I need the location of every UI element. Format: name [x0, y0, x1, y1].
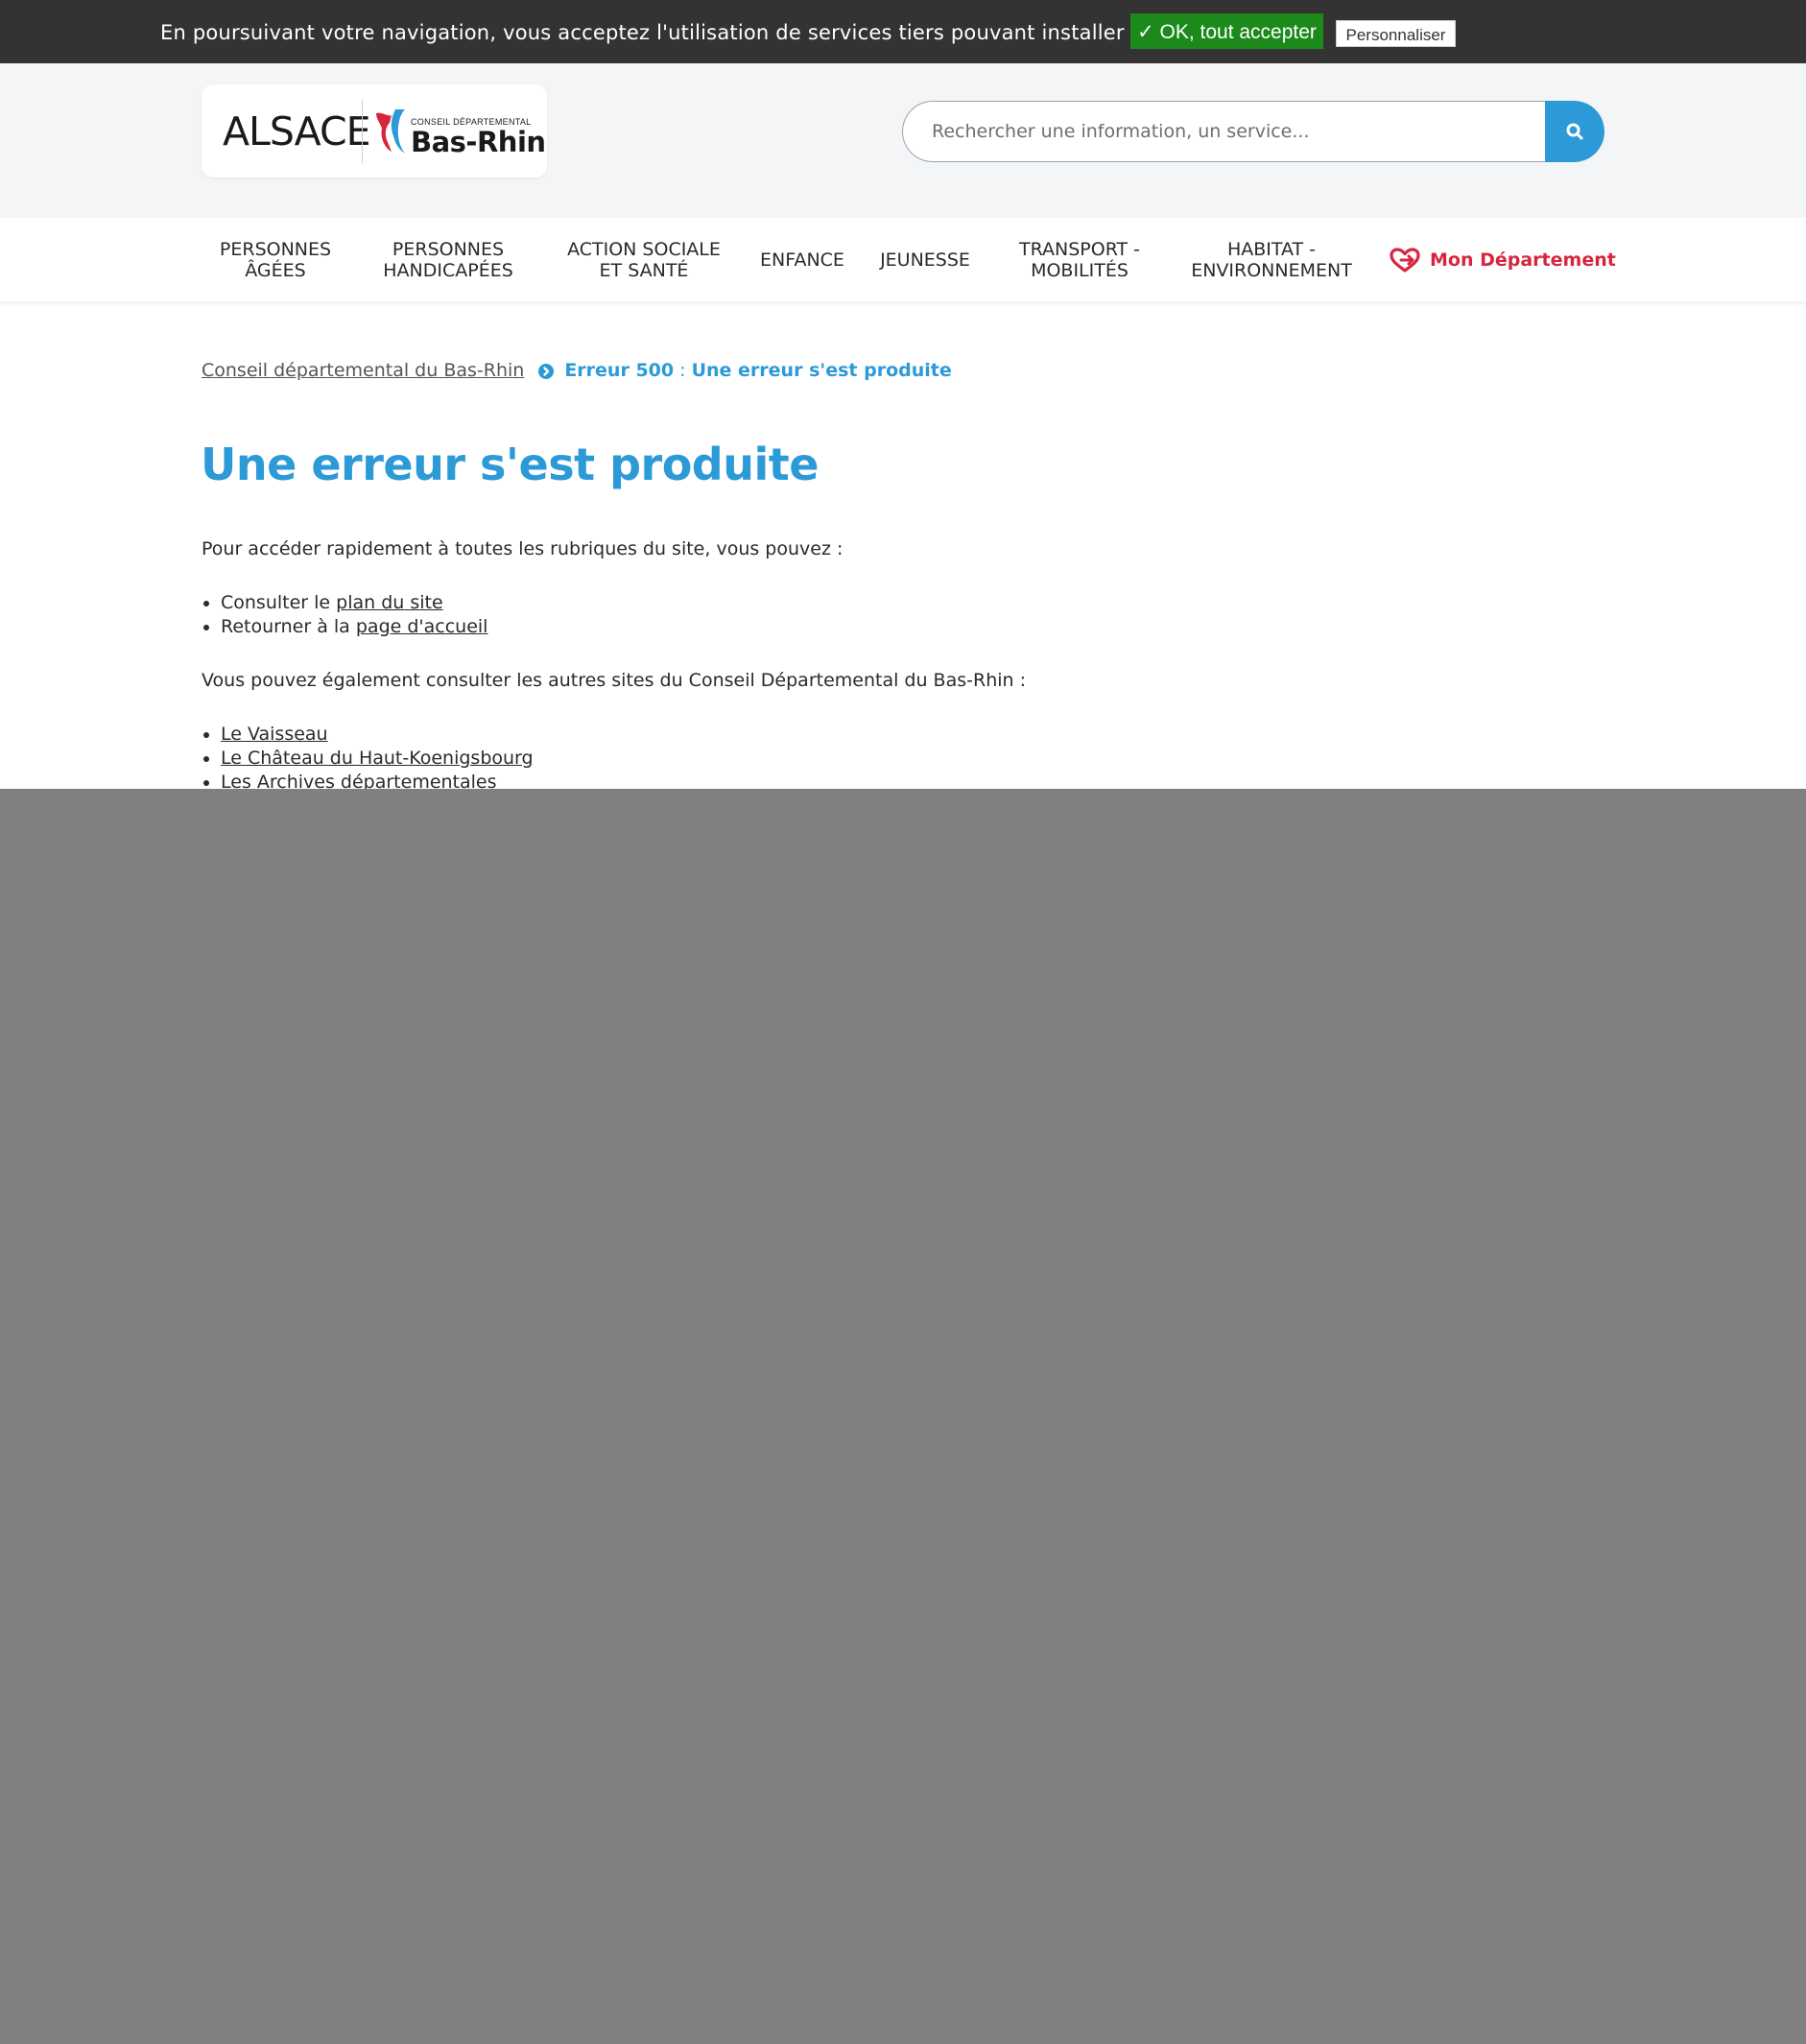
accept-all-cookies-button[interactable]: ✓ OK, tout accepter: [1130, 13, 1323, 49]
breadcrumb-home-link[interactable]: Conseil départemental du Bas-Rhin: [202, 360, 524, 381]
customize-cookies-button[interactable]: Personnaliser: [1336, 20, 1456, 47]
list-item: Retourner à la page d'accueil: [221, 615, 1353, 639]
search-form: [902, 101, 1604, 162]
le-vaisseau-link[interactable]: Le Vaisseau: [221, 724, 328, 745]
nav-item-label: ENFANCE: [760, 249, 844, 271]
breadcrumb-current: Erreur 500 : Une erreur s'est produite: [564, 360, 951, 381]
nav-item-label: JEUNESSE: [880, 249, 970, 271]
nav-item-enfance[interactable]: ENFANCE: [749, 218, 856, 301]
search-icon: [1566, 123, 1583, 140]
search-input[interactable]: [902, 101, 1545, 162]
sitemap-link[interactable]: plan du site: [336, 592, 443, 613]
nav-item-personnes-agees[interactable]: PERSONNES ÂGÉES: [204, 218, 346, 301]
page-title: Une erreur s'est produite: [201, 439, 819, 490]
bas-rhin-emblem-icon: [376, 109, 405, 154]
breadcrumb-current-code: Erreur 500: [564, 360, 675, 381]
mon-departement-link[interactable]: Mon Département: [1390, 218, 1616, 301]
list-item: Consulter le plan du site: [221, 591, 1353, 615]
search-button[interactable]: [1545, 101, 1604, 162]
main-navigation: PERSONNES ÂGÉES PERSONNES HANDICAPÉES ACTI…: [0, 218, 1806, 301]
gray-overlay: [0, 789, 1806, 2044]
nav-item-label: HANDICAPÉES: [383, 259, 513, 281]
quick-links-list: Consulter le plan du site Retourner à la…: [202, 591, 1353, 639]
breadcrumb-current-title: Une erreur s'est produite: [691, 360, 952, 381]
nav-item-label: PERSONNES: [392, 238, 505, 260]
main-content: Pour accéder rapidement à toutes les rub…: [202, 537, 1353, 824]
site-logo[interactable]: ALSACE CONSEIL DÉPARTEMENTAL Bas-Rhin: [202, 84, 547, 178]
cookie-message: En poursuivant votre navigation, vous ac…: [160, 21, 1251, 44]
logo-bas-rhin-text: Bas-Rhin: [411, 126, 546, 158]
haut-koenigsbourg-link[interactable]: Le Château du Haut-Koenigsbourg: [221, 748, 534, 769]
list-item: Le Château du Haut-Koenigsbourg: [221, 747, 1353, 771]
list-item-prefix: Consulter le: [221, 592, 337, 613]
intro-text: Pour accéder rapidement à toutes les rub…: [202, 538, 844, 559]
nav-item-jeunesse[interactable]: JEUNESSE: [868, 218, 982, 301]
nav-item-label: ACTION SOCIALE: [567, 238, 721, 260]
nav-item-habitat-environnement[interactable]: HABITAT - ENVIRONNEMENT: [1186, 218, 1357, 301]
homepage-link[interactable]: page d'accueil: [356, 616, 488, 637]
nav-item-label: ET SANTÉ: [599, 259, 689, 281]
nav-item-transport-mobilites[interactable]: TRANSPORT - MOBILITÉS: [1007, 218, 1153, 301]
other-sites-list: Le Vaisseau Le Château du Haut-Koenigsbo…: [202, 723, 1353, 795]
nav-item-label: HABITAT -: [1226, 238, 1317, 260]
nav-item-personnes-handicapees[interactable]: PERSONNES HANDICAPÉES: [363, 218, 534, 301]
list-item-prefix: Retourner à la: [221, 616, 356, 637]
list-item: Le Vaisseau: [221, 723, 1353, 747]
nav-item-label: ÂGÉES: [245, 259, 306, 281]
nav-item-label: PERSONNES: [219, 238, 332, 260]
logo-alsace-text: ALSACE: [223, 108, 371, 154]
logo-separator: [362, 100, 363, 163]
breadcrumb-current-separator: :: [674, 360, 692, 381]
other-sites-intro: Vous pouvez également consulter les autr…: [202, 670, 1026, 691]
nav-item-label: MOBILITÉS: [1031, 259, 1129, 281]
breadcrumb: Conseil départemental du Bas-Rhin Erreur…: [202, 359, 952, 382]
nav-item-action-sociale-sante[interactable]: ACTION SOCIALE ET SANTÉ: [558, 218, 730, 301]
nav-item-label: ENVIRONNEMENT: [1191, 259, 1352, 281]
mon-departement-label: Mon Département: [1430, 249, 1616, 271]
nav-item-label: TRANSPORT -: [1018, 238, 1141, 260]
cookie-banner: En poursuivant votre navigation, vous ac…: [0, 0, 1806, 63]
chevron-circle-right-icon: [538, 363, 555, 379]
heart-login-icon: [1390, 247, 1420, 273]
